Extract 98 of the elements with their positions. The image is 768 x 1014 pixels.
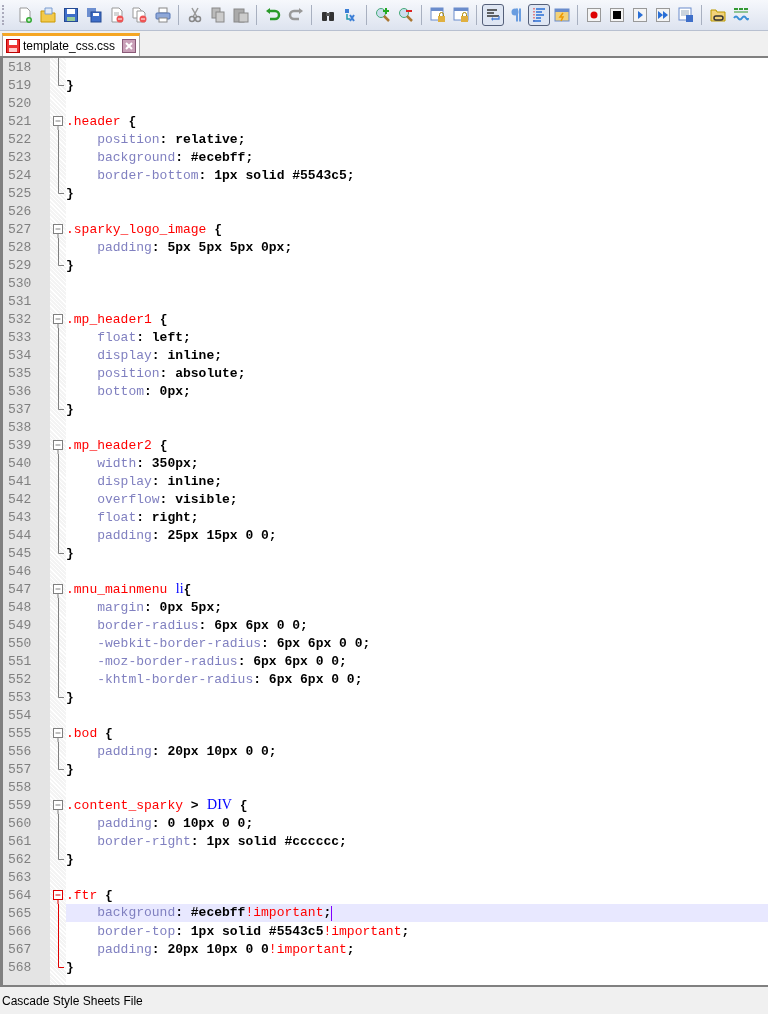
code-line: .bod { (66, 725, 113, 741)
line-number: 534 (7, 347, 32, 363)
code-line: .sparky_logo_image { (66, 221, 223, 237)
code-line: overflow: visible; (96, 491, 238, 507)
line-number: 527 (7, 221, 32, 237)
code-line: padding: 20px 10px 0 0; (96, 743, 277, 759)
code-line: } (66, 257, 74, 273)
line-number: 526 (7, 203, 32, 219)
line-number: 551 (7, 653, 32, 669)
code-line: } (66, 959, 74, 975)
line-number: 548 (7, 599, 32, 615)
code-line: .ftr { (66, 887, 113, 903)
line-number: 540 (7, 455, 32, 471)
line-number: 545 (7, 545, 32, 561)
code-line: } (66, 761, 74, 777)
line-number: 563 (7, 869, 32, 885)
line-number: 518 (7, 59, 32, 75)
line-number: 562 (7, 851, 32, 867)
line-number: 550 (7, 635, 32, 651)
code-line: margin: 0px 5px; (96, 599, 223, 615)
indent-guide-icon[interactable] (527, 4, 550, 26)
code-line: -khtml-border-radius: 6px 6px 0 0; (96, 671, 363, 687)
code-line: } (66, 77, 74, 93)
code-line: .mnu_mainmenu li{ (66, 581, 192, 597)
code-line: bottom: 0px; (96, 383, 191, 399)
line-number: 519 (7, 77, 32, 93)
code-line: background: #ecebff!important; (96, 905, 333, 921)
code-line: padding: 20px 10px 0 0!important; (96, 941, 355, 957)
line-number: 549 (7, 617, 32, 633)
line-number: 568 (7, 959, 32, 975)
line-number: 538 (7, 419, 32, 435)
code-line: -moz-border-radius: 6px 6px 0 0; (96, 653, 347, 669)
code-line: display: inline; (96, 347, 223, 363)
code-line: padding: 5px 5px 5px 0px; (96, 239, 293, 255)
code-line: position: absolute; (96, 365, 246, 381)
code-line: border-radius: 6px 6px 0 0; (96, 617, 308, 633)
line-number: 558 (7, 779, 32, 795)
line-number: 530 (7, 275, 32, 291)
line-number: 533 (7, 329, 32, 345)
code-line: } (66, 185, 74, 201)
line-number: 565 (7, 905, 32, 921)
code-line: float: right; (96, 509, 199, 525)
code-line: background: #ecebff; (96, 149, 254, 165)
line-number: 566 (7, 923, 32, 939)
code-line: .header { (66, 113, 137, 129)
line-number: 543 (7, 509, 32, 525)
line-number: 536 (7, 383, 32, 399)
line-number: 529 (7, 257, 32, 273)
line-number: 557 (7, 761, 32, 777)
line-number: 542 (7, 491, 32, 507)
close-icon[interactable] (122, 39, 137, 53)
line-number: 521 (7, 113, 32, 129)
line-number: 528 (7, 239, 32, 255)
line-number: 520 (7, 95, 32, 111)
code-line: float: left; (96, 329, 191, 345)
code-line: padding: 0 10px 0 0; (96, 815, 254, 831)
line-number: 524 (7, 167, 32, 183)
code-line: position: relative; (96, 131, 246, 147)
word-wrap-icon[interactable] (481, 4, 504, 26)
line-number: 567 (7, 941, 32, 957)
code-line: .mp_header1 { (66, 311, 168, 327)
code-line: .mp_header2 { (66, 437, 168, 453)
line-number: 559 (7, 797, 32, 813)
line-number: 541 (7, 473, 32, 489)
line-number: 552 (7, 671, 32, 687)
code-line: -webkit-border-radius: 6px 6px 0 0; (96, 635, 371, 651)
file-tab[interactable]: template_css.css (2, 33, 141, 56)
line-number: 532 (7, 311, 32, 327)
code-line: .content_sparky > DIV { (66, 797, 248, 813)
save-icon (6, 39, 20, 53)
line-number: 535 (7, 365, 32, 381)
status-text: Cascade Style Sheets File (2, 993, 143, 1008)
code-line: } (66, 401, 74, 417)
code-line: padding: 25px 15px 0 0; (96, 527, 277, 543)
line-number: 522 (7, 131, 32, 147)
line-number: 554 (7, 707, 32, 723)
line-number: 547 (7, 581, 32, 597)
line-number: 556 (7, 743, 32, 759)
code-line: } (66, 545, 74, 561)
code-line: } (66, 689, 74, 705)
code-line: border-bottom: 1px solid #5543c5; (96, 167, 355, 183)
line-number: 560 (7, 815, 32, 831)
line-number: 531 (7, 293, 32, 309)
line-number: 537 (7, 401, 32, 417)
line-number: 564 (7, 887, 32, 903)
code-line: } (66, 851, 74, 867)
code-line: border-right: 1px solid #cccccc; (96, 833, 347, 849)
line-number: 525 (7, 185, 32, 201)
line-number: 561 (7, 833, 32, 849)
code-line: width: 350px; (96, 455, 199, 471)
code-line: display: inline; (96, 473, 223, 489)
line-number: 544 (7, 527, 32, 543)
line-number: 555 (7, 725, 32, 741)
line-number: 553 (7, 689, 32, 705)
line-number: 539 (7, 437, 32, 453)
line-number: 546 (7, 563, 32, 579)
line-number: 523 (7, 149, 32, 165)
code-line: border-top: 1px solid #5543c5!important; (96, 923, 410, 939)
